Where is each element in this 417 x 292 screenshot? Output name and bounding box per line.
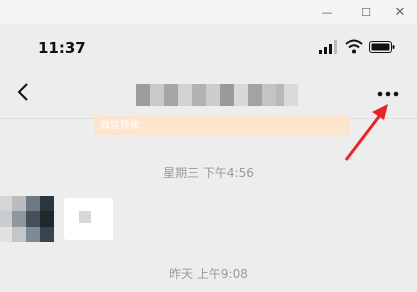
message-bubble[interactable] xyxy=(64,198,113,240)
cellular-signal-icon xyxy=(319,40,337,54)
chat-title-blurred xyxy=(136,84,298,106)
transfer-banner[interactable]: 微信转账 xyxy=(94,116,350,135)
chat-nav-bar xyxy=(0,72,417,119)
blurred-content xyxy=(79,211,91,223)
minimize-button[interactable]: — xyxy=(318,3,336,21)
status-time: 11:37 xyxy=(38,39,86,57)
phone-status-bar: 11:37 xyxy=(0,24,417,72)
wifi-icon xyxy=(345,39,363,54)
chat-timestamp: 星期三 下午4:56 xyxy=(163,166,254,180)
chat-timestamp: 昨天 上午9:08 xyxy=(169,267,248,281)
close-button[interactable]: ✕ xyxy=(391,3,409,21)
more-dots-icon[interactable] xyxy=(374,84,402,104)
maximize-button[interactable]: ☐ xyxy=(357,3,375,21)
avatar[interactable] xyxy=(0,196,54,243)
battery-icon xyxy=(369,41,395,53)
chevron-left-icon[interactable] xyxy=(13,81,35,103)
window-title-bar: — ☐ ✕ xyxy=(0,0,417,24)
